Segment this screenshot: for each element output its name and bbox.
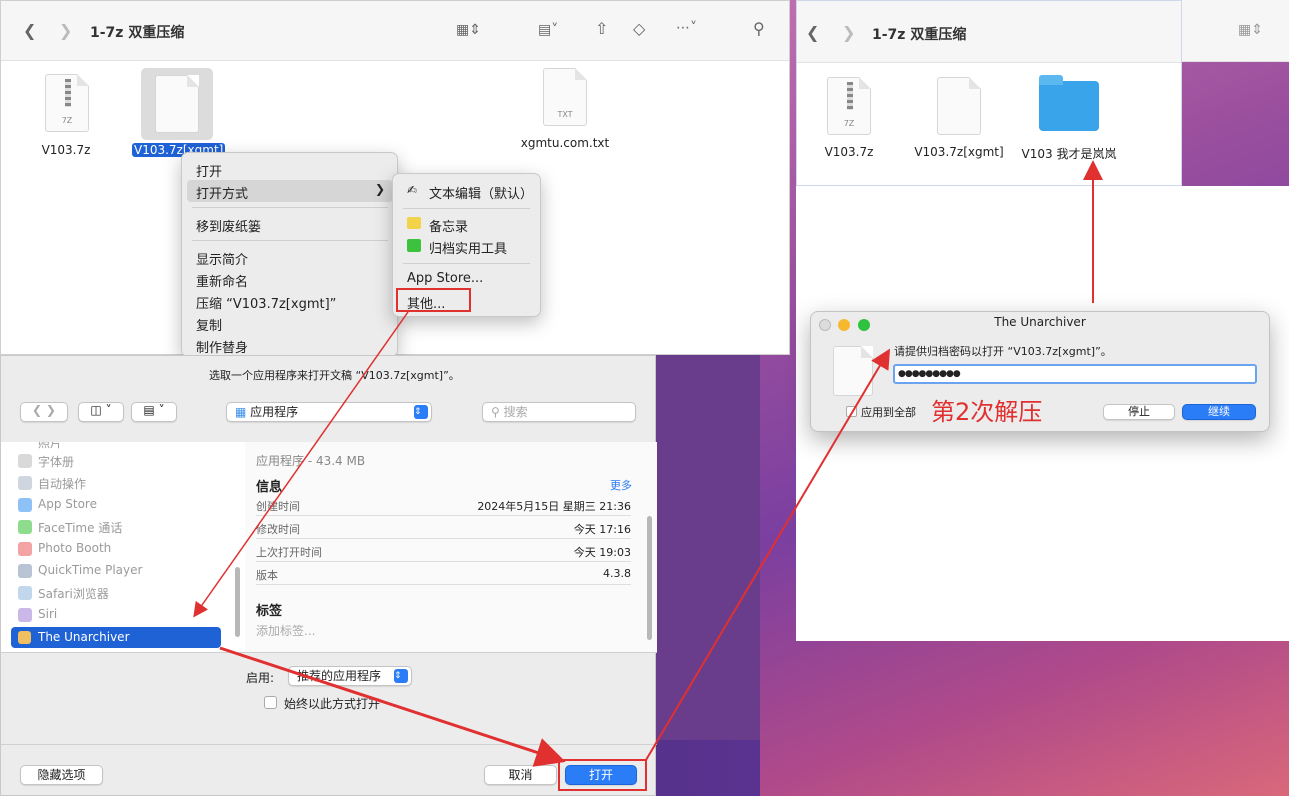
annotation-arrows [193,160,1103,767]
arrow-app-to-open [219,646,566,767]
arrow-open-to-password [645,348,891,761]
arrow-other-to-app [193,311,409,618]
